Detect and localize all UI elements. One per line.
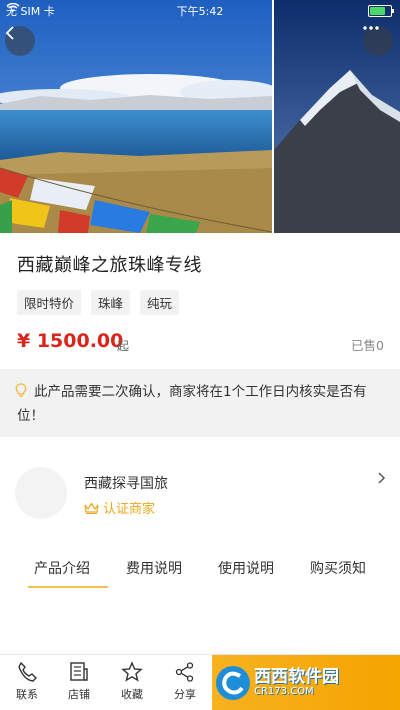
crown-icon	[84, 501, 99, 514]
share-icon	[175, 662, 194, 682]
store-button[interactable]: 店铺	[57, 661, 101, 702]
certified-label: 认证商家	[103, 502, 156, 517]
detail-tabs: 产品介绍 费用说明 使用说明 购买须知	[0, 558, 400, 588]
tag-item: 珠峰	[91, 290, 131, 315]
certified-badge: 认证商家	[84, 498, 155, 517]
more-dots-icon	[363, 26, 379, 30]
chevron-right-icon	[378, 472, 386, 484]
share-button[interactable]: 分享	[163, 661, 207, 702]
store-label: 店铺	[68, 688, 90, 701]
book-now-button[interactable]: 西西软件园 CR173.COM	[212, 655, 400, 710]
hero-gallery[interactable]: 无 SIM 卡 下午5:42	[0, 0, 400, 233]
favorite-button[interactable]: 收藏	[110, 661, 154, 702]
tab-purchase-notes[interactable]: 购买须知	[292, 558, 384, 588]
site-watermark: 西西软件园 CR173.COM	[216, 664, 386, 702]
merchant-avatar	[15, 467, 67, 519]
product-price: ¥ 1500.00	[17, 330, 124, 352]
tab-active-indicator	[28, 586, 108, 588]
merchant-name: 西藏探寻国旅	[84, 476, 168, 492]
contact-button[interactable]: 联系	[5, 661, 49, 702]
product-title: 西藏巅峰之旅珠峰专线	[17, 255, 202, 276]
tag-item: 纯玩	[140, 290, 180, 315]
watermark-logo	[216, 666, 250, 700]
tab-fee-description[interactable]: 费用说明	[108, 558, 200, 588]
chevron-left-icon	[5, 26, 14, 40]
watermark-main-text: 西西软件园	[254, 666, 339, 687]
confirmation-notice: 此产品需要二次确认，商家将在1个工作日内核实是否有位！	[0, 369, 400, 437]
status-time: 下午5:42	[176, 5, 224, 18]
phone-icon	[18, 661, 37, 682]
more-button[interactable]	[363, 26, 393, 56]
tab-usage-instructions[interactable]: 使用说明	[200, 558, 292, 588]
watermark-sub-text: CR173.COM	[254, 685, 314, 697]
product-tags: 限时特价 珠峰 纯玩	[17, 290, 180, 315]
store-icon	[70, 662, 88, 681]
status-bar: 无 SIM 卡 下午5:42	[0, 0, 400, 20]
hero-image	[0, 0, 400, 233]
tab-product-intro[interactable]: 产品介绍	[16, 558, 108, 588]
tag-item: 限时特价	[17, 290, 82, 315]
bottom-action-bar: 联系 店铺 收藏 分享 西西软件园 CR173.COM	[0, 654, 400, 710]
star-icon	[121, 661, 143, 682]
sold-count: 已售0	[351, 338, 384, 353]
back-button[interactable]	[5, 26, 35, 56]
price-suffix: 起	[117, 339, 130, 353]
share-label: 分享	[174, 688, 196, 701]
favorite-label: 收藏	[121, 688, 143, 701]
contact-label: 联系	[16, 688, 38, 701]
notice-text: 此产品需要二次确认，商家将在1个工作日内核实是否有位！	[17, 384, 367, 424]
battery-icon	[368, 5, 394, 17]
